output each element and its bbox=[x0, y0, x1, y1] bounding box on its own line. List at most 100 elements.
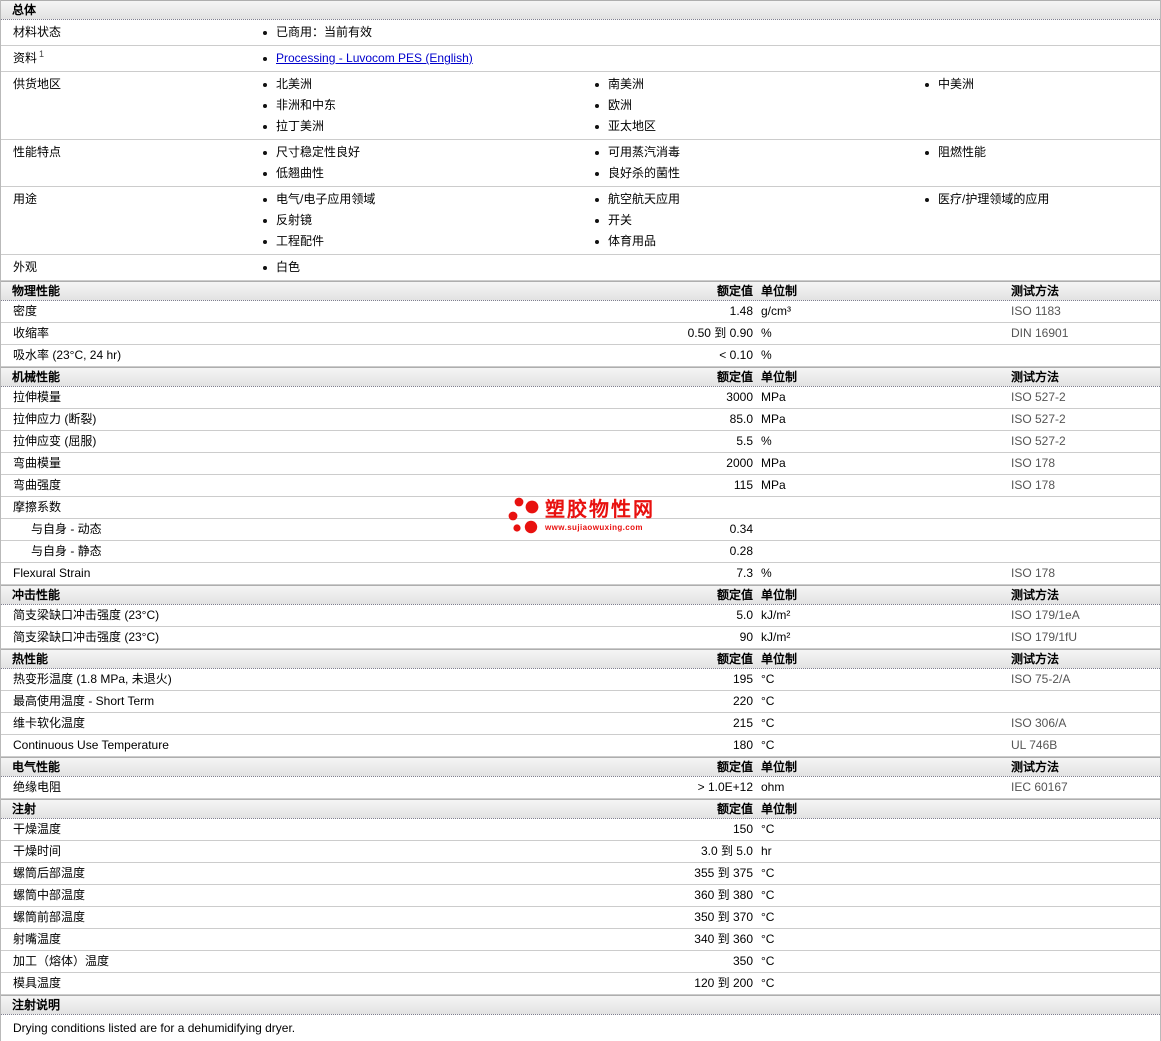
list-item-label: 拉丁美洲 bbox=[276, 119, 325, 133]
property-label: 螺筒前部温度 bbox=[13, 910, 86, 924]
property-label: 射嘴温度 bbox=[13, 932, 62, 946]
col-header-unit: 单位制 bbox=[761, 760, 798, 774]
property-row: 与自身 - 静态 0.28 bbox=[1, 541, 1160, 563]
property-value: > 1.0E+12 bbox=[697, 780, 753, 794]
col-header-method bbox=[1001, 996, 1160, 1014]
datasheet-link[interactable]: Processing - Luvocom PES (English) bbox=[276, 48, 473, 69]
bullet-icon bbox=[595, 218, 599, 223]
property-unit: ohm bbox=[761, 780, 785, 794]
property-value: 3000 bbox=[726, 390, 753, 404]
property-row: 弯曲模量 2000 MPa ISO 178 bbox=[1, 453, 1160, 475]
col-header-rating: 额定值 bbox=[716, 760, 753, 774]
section-header-row: 冲击性能 额定值 单位制 测试方法 bbox=[1, 585, 1160, 605]
property-label: 密度 bbox=[13, 304, 38, 318]
test-method bbox=[1001, 841, 1160, 862]
property-unit: kJ/m² bbox=[761, 608, 791, 622]
col-header-method bbox=[1001, 1, 1160, 19]
list-item-label: 白色 bbox=[276, 260, 301, 274]
property-label: 维卡软化温度 bbox=[13, 716, 86, 730]
test-method bbox=[1001, 497, 1160, 518]
section-header-row: 物理性能 额定值 单位制 测试方法 bbox=[1, 281, 1160, 301]
col-header-method: 测试方法 bbox=[1011, 284, 1060, 298]
section-header-row: 总体 bbox=[1, 0, 1160, 20]
property-unit: hr bbox=[761, 844, 772, 858]
test-method bbox=[1001, 973, 1160, 994]
test-method: ISO 527-2 bbox=[1011, 434, 1066, 448]
property-unit bbox=[753, 497, 1001, 518]
property-label: 性能特点 bbox=[13, 145, 62, 159]
col-header-method: 测试方法 bbox=[1011, 652, 1060, 666]
property-row: 模具温度 120 到 200 °C bbox=[1, 973, 1160, 995]
bullet-row: 资料 1 Processing - Luvocom PES (English) bbox=[1, 46, 1160, 72]
test-method bbox=[1001, 951, 1160, 972]
property-label: 吸水率 (23°C, 24 hr) bbox=[13, 348, 122, 362]
property-unit: MPa bbox=[761, 456, 786, 470]
list-item: Processing - Luvocom PES (English) bbox=[259, 48, 591, 69]
test-method: ISO 527-2 bbox=[1011, 412, 1066, 426]
list-item-label: 良好杀的菌性 bbox=[608, 166, 681, 180]
list-item: 反射镜 bbox=[259, 210, 591, 231]
property-value: 5.5 bbox=[736, 434, 753, 448]
property-unit: % bbox=[761, 434, 772, 448]
property-unit: % bbox=[761, 326, 772, 340]
col-header-unit bbox=[753, 1, 1001, 19]
property-unit: °C bbox=[761, 888, 775, 902]
col-header-unit: 单位制 bbox=[761, 588, 798, 602]
property-value: 355 到 375 bbox=[694, 866, 753, 880]
bullet-icon bbox=[595, 239, 599, 244]
property-value: 0.28 bbox=[729, 544, 753, 558]
property-value: 0.50 到 0.90 bbox=[687, 326, 753, 340]
property-unit: °C bbox=[761, 694, 775, 708]
property-value: 350 bbox=[732, 954, 753, 968]
bullet-list-cell: 北美洲 非洲和中东 拉丁美洲 bbox=[259, 74, 591, 137]
section-header-row: 注射说明 bbox=[1, 995, 1160, 1015]
section-title: 机械性能 bbox=[12, 370, 61, 384]
property-label: 热变形温度 (1.8 MPa, 未退火) bbox=[13, 672, 172, 686]
property-label: 加工（熔体）温度 bbox=[13, 954, 110, 968]
property-label: 外观 bbox=[13, 260, 38, 274]
list-item-label: 低翘曲性 bbox=[276, 166, 325, 180]
property-label: 与自身 - 动态 bbox=[31, 522, 102, 536]
property-label: 用途 bbox=[13, 192, 38, 206]
property-value: 340 到 360 bbox=[694, 932, 753, 946]
bullet-icon bbox=[263, 197, 267, 202]
property-label: 资料 1 bbox=[13, 49, 45, 66]
bullet-row: 性能特点 尺寸稳定性良好 低翘曲性 可用蒸汽消毒 良好杀的菌性 阻燃性能 bbox=[1, 140, 1160, 187]
list-item-label: 体育用品 bbox=[608, 234, 657, 248]
material-datasheet-table: 塑胶物性网 www.sujiaowuxing.com 总体 材料状态 已商用：当前有… bbox=[0, 0, 1161, 1041]
bullet-list-cell: 已商用：当前有效 bbox=[259, 22, 591, 43]
property-label: 干燥温度 bbox=[13, 822, 62, 836]
property-unit: % bbox=[761, 348, 772, 362]
property-label: 螺筒后部温度 bbox=[13, 866, 86, 880]
property-label: 供货地区 bbox=[13, 77, 62, 91]
list-item: 电气/电子应用领域 bbox=[259, 189, 591, 210]
section-header-row: 机械性能 额定值 单位制 测试方法 bbox=[1, 367, 1160, 387]
property-row: 拉伸应变 (屈服) 5.5% ISO 527-2 bbox=[1, 431, 1160, 453]
property-row: 螺筒中部温度 360 到 380 °C bbox=[1, 885, 1160, 907]
bullet-list-cell: 阻燃性能 bbox=[921, 142, 1160, 184]
bullet-list-cell: Processing - Luvocom PES (English) bbox=[259, 48, 591, 69]
list-item-label: 开关 bbox=[608, 213, 633, 227]
list-item-label: 医疗/护理领域的应用 bbox=[938, 192, 1050, 206]
bullet-list-cell bbox=[591, 22, 921, 43]
bullet-row: 用途 电气/电子应用领域 反射镜 工程配件 航空航天应用 开关 体育用品 医疗/护理领域的应用 bbox=[1, 187, 1160, 255]
property-row: 维卡软化温度 215 °C ISO 306/A bbox=[1, 713, 1160, 735]
property-row: 最高使用温度 - Short Term 220 °C bbox=[1, 691, 1160, 713]
col-header-rating: 额定值 bbox=[716, 802, 753, 816]
list-item: 中美洲 bbox=[921, 74, 1160, 95]
property-unit: MPa bbox=[761, 412, 786, 426]
bullet-list-cell: 电气/电子应用领域 反射镜 工程配件 bbox=[259, 189, 591, 252]
col-header-method: 测试方法 bbox=[1011, 760, 1060, 774]
list-item: 亚太地区 bbox=[591, 116, 921, 137]
test-method bbox=[1001, 907, 1160, 928]
bullet-list-cell: 航空航天应用 开关 体育用品 bbox=[591, 189, 921, 252]
list-item: 低翘曲性 bbox=[259, 163, 591, 184]
property-unit: °C bbox=[761, 866, 775, 880]
bullet-icon bbox=[263, 218, 267, 223]
bullet-list-cell bbox=[921, 22, 1160, 43]
test-method bbox=[1001, 863, 1160, 884]
property-row: 干燥温度 150 °C bbox=[1, 819, 1160, 841]
property-value: < 0.10 bbox=[719, 348, 753, 362]
bullet-list-cell: 可用蒸汽消毒 良好杀的菌性 bbox=[591, 142, 921, 184]
list-item-label: 中美洲 bbox=[938, 77, 975, 91]
